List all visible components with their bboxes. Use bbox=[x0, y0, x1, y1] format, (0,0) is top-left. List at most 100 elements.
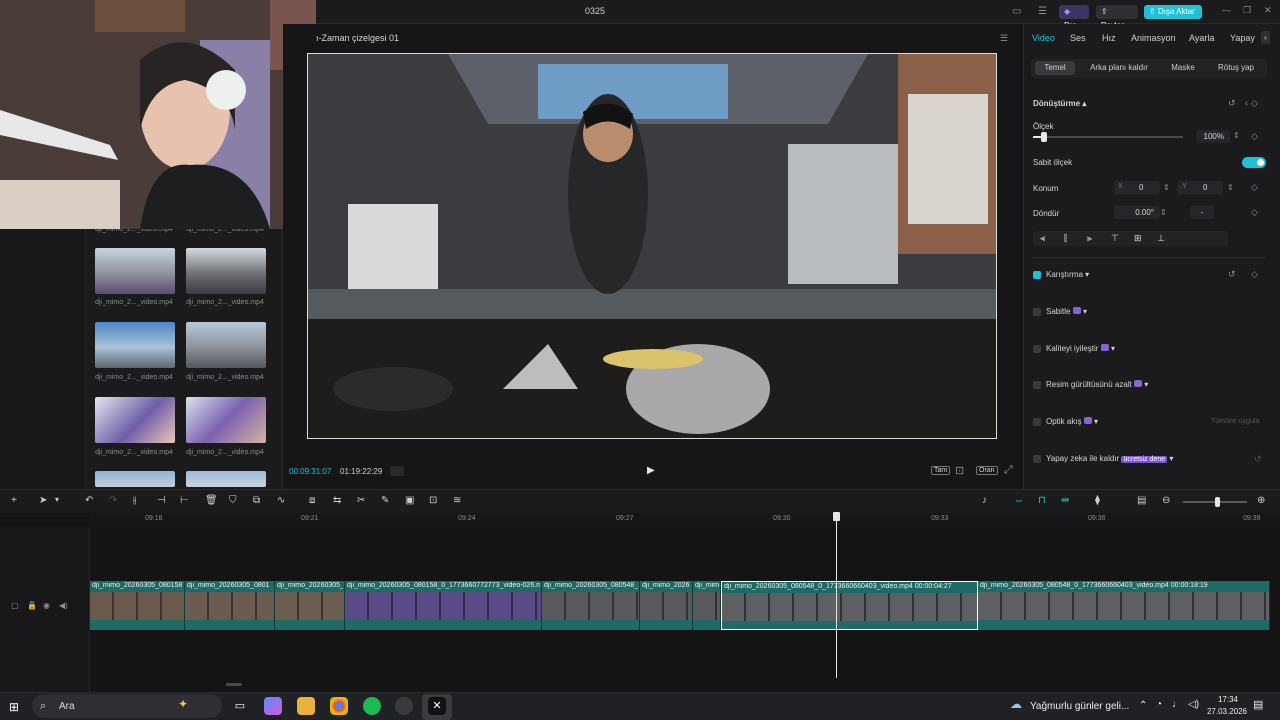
track-cover-icon[interactable]: ▢ bbox=[11, 601, 19, 610]
stepper-icon[interactable]: ⇕ bbox=[1233, 131, 1240, 140]
subtab-remove-bg[interactable]: Arka planı kaldır bbox=[1084, 61, 1154, 75]
snap-icon[interactable]: ⇹ bbox=[1061, 495, 1069, 506]
reset-icon[interactable]: ↺ bbox=[1228, 98, 1236, 109]
undo-icon[interactable]: ↶ bbox=[85, 495, 93, 506]
crop-icon[interactable]: ⧉ bbox=[253, 495, 260, 506]
align-right-icon[interactable]: ⫸ bbox=[1087, 233, 1092, 244]
split-left-icon[interactable]: ⊣ bbox=[157, 495, 166, 506]
selected-timeline-clip[interactable]: dji_mimo_20260305_080548_0_1773660660403… bbox=[721, 581, 978, 630]
align-top-icon[interactable]: ⊤ bbox=[1111, 233, 1119, 244]
copilot-app-icon[interactable] bbox=[264, 697, 282, 715]
ai-cut-icon[interactable]: ✂ bbox=[357, 495, 365, 506]
media-thumbnail[interactable] bbox=[95, 248, 175, 294]
task-view-icon[interactable]: ▭ bbox=[231, 697, 249, 715]
rotate-input[interactable]: 0.00° bbox=[1114, 206, 1160, 219]
shortcut-icon[interactable]: ☰ bbox=[1038, 6, 1047, 17]
denoise-label[interactable]: Resim gürültüsünü azalt ▾ bbox=[1046, 380, 1148, 389]
tab-speed[interactable]: Hız bbox=[1102, 33, 1116, 43]
transform-title[interactable]: Dönüştürme ▴ bbox=[1033, 99, 1086, 108]
audio-wave-icon[interactable]: ≋ bbox=[453, 495, 461, 506]
tab-audio[interactable]: Ses bbox=[1070, 33, 1086, 43]
enhance-label[interactable]: Kaliteyi iyileştir ▾ bbox=[1046, 344, 1115, 353]
split-icon[interactable]: ⫲ bbox=[133, 495, 136, 506]
link-icon[interactable]: ⇔ bbox=[1014, 495, 1024, 506]
capcut-icon[interactable]: ✕ bbox=[428, 697, 446, 715]
tray-chevron-up-icon[interactable]: ⌃ bbox=[1139, 700, 1147, 711]
magnet-icon[interactable]: ⊓ bbox=[1038, 495, 1046, 506]
notification-icon[interactable]: ▤ bbox=[1253, 698, 1263, 711]
loop-toggle[interactable] bbox=[390, 466, 404, 476]
eye-icon[interactable]: ◉ bbox=[43, 601, 50, 610]
microphone-tray-icon[interactable]: ♩ bbox=[1172, 699, 1182, 710]
menu-icon[interactable]: ☰ bbox=[1000, 33, 1008, 44]
ai-remove-label[interactable]: Yapay zeka ile kaldır ücretsiz dene ▾ bbox=[1046, 454, 1173, 463]
timeline-clip[interactable]: dji_mimo_20260305_0801 bbox=[185, 581, 275, 630]
spotify-icon[interactable] bbox=[363, 697, 381, 715]
tab-animation[interactable]: Animasyon bbox=[1131, 33, 1176, 43]
scale-slider[interactable] bbox=[1033, 136, 1183, 138]
curve-icon[interactable]: ∿ bbox=[277, 495, 285, 506]
stepper-icon[interactable]: ⇕ bbox=[1160, 208, 1167, 217]
clock-date[interactable]: 27.03.2026 bbox=[1204, 707, 1250, 716]
media-thumbnail[interactable] bbox=[186, 397, 266, 443]
optical-flow-checkbox[interactable] bbox=[1033, 418, 1041, 426]
freeze-icon[interactable]: ⧈ bbox=[309, 495, 315, 506]
apply-all-button[interactable]: Tümüne uygula bbox=[1211, 418, 1259, 425]
stepper-icon[interactable]: ⇕ bbox=[1227, 183, 1234, 192]
clock-time[interactable]: 17:34 bbox=[1212, 695, 1244, 704]
quality-button[interactable]: Tam bbox=[931, 466, 951, 475]
subtab-mask[interactable]: Maske bbox=[1163, 61, 1203, 75]
scale-value[interactable]: 100% bbox=[1196, 130, 1230, 143]
align-left-icon[interactable]: ⫷ bbox=[1040, 233, 1045, 244]
redo-icon[interactable]: ↷ bbox=[109, 495, 117, 506]
zoom-out-icon[interactable]: ⊖ bbox=[1162, 495, 1170, 506]
windows-start-icon[interactable]: ⊞ bbox=[9, 700, 19, 714]
microphone-icon[interactable]: ♪ bbox=[982, 495, 987, 506]
lock-icon[interactable]: 🔒 bbox=[27, 601, 37, 610]
layout-icon[interactable]: ▭ bbox=[1012, 6, 1021, 17]
align-center-v-icon[interactable]: ⊞ bbox=[1134, 233, 1142, 244]
stepper-icon[interactable]: ⇕ bbox=[1163, 183, 1170, 192]
keyframe-icon[interactable]: ◇ bbox=[1251, 131, 1258, 142]
hd-icon[interactable]: ▣ bbox=[405, 495, 414, 506]
marker-icon[interactable]: ⛉ bbox=[229, 495, 237, 506]
fit-icon[interactable]: ⊡ bbox=[955, 464, 964, 477]
reset-icon[interactable]: ↺ bbox=[1228, 269, 1236, 280]
timeline-clip[interactable]: dji_mimo_2026 bbox=[640, 581, 693, 630]
fullscreen-icon[interactable]: ⤢ bbox=[1004, 464, 1013, 477]
align-bottom-icon[interactable]: ⊥ bbox=[1157, 233, 1165, 244]
keyframe-icon[interactable]: ◇ bbox=[1251, 269, 1258, 280]
media-thumbnail[interactable] bbox=[95, 322, 175, 368]
minimize-button[interactable]: — bbox=[1222, 5, 1231, 15]
play-button[interactable]: ▶ bbox=[647, 465, 655, 476]
tab-adjust[interactable]: Ayarla bbox=[1189, 33, 1214, 43]
tab-ai[interactable]: Yapay bbox=[1230, 33, 1255, 43]
weather-text[interactable]: Yağmurlu günler geli... bbox=[1030, 701, 1129, 712]
caption-icon[interactable]: ▤ bbox=[1137, 495, 1146, 506]
keyframe-icon[interactable]: ◇ bbox=[1251, 207, 1258, 218]
subtab-retouch[interactable]: Rötuş yap bbox=[1211, 61, 1261, 75]
share-button[interactable]: ⇪ Paylaş bbox=[1096, 5, 1138, 30]
magic-icon[interactable]: ✎ bbox=[381, 495, 389, 506]
keyframe-prev-icon[interactable]: ‹ bbox=[1245, 98, 1248, 108]
video-preview[interactable] bbox=[307, 53, 997, 439]
keyframe-icon[interactable]: ◇ bbox=[1251, 182, 1258, 193]
subtab-basic[interactable]: Temel bbox=[1035, 61, 1075, 75]
reset-icon[interactable]: ↺ bbox=[1254, 454, 1262, 465]
blend-checkbox[interactable] bbox=[1033, 271, 1041, 279]
enhance-checkbox[interactable] bbox=[1033, 345, 1041, 353]
close-button[interactable]: ✕ bbox=[1264, 5, 1272, 16]
media-thumbnail[interactable] bbox=[186, 471, 266, 487]
playhead[interactable] bbox=[836, 512, 837, 678]
wifi-icon[interactable]: ◔ bbox=[1156, 699, 1162, 710]
stabilize-checkbox[interactable] bbox=[1033, 308, 1041, 316]
media-thumbnail[interactable] bbox=[95, 397, 175, 443]
denoise-checkbox[interactable] bbox=[1033, 381, 1041, 389]
scale-slider-knob[interactable] bbox=[1040, 132, 1047, 142]
timeline-scrollbar[interactable] bbox=[226, 683, 242, 686]
timeline-clip[interactable]: dji_mimo_20260305_080548_0_1773660660403… bbox=[978, 581, 1270, 630]
image-icon[interactable]: ⊡ bbox=[429, 495, 437, 506]
maximize-button[interactable]: ❐ bbox=[1243, 5, 1251, 16]
pro-button[interactable]: ◆ Pro bbox=[1059, 5, 1089, 30]
timeline-clip[interactable]: dji_mimo_20260305_0 bbox=[275, 581, 345, 630]
